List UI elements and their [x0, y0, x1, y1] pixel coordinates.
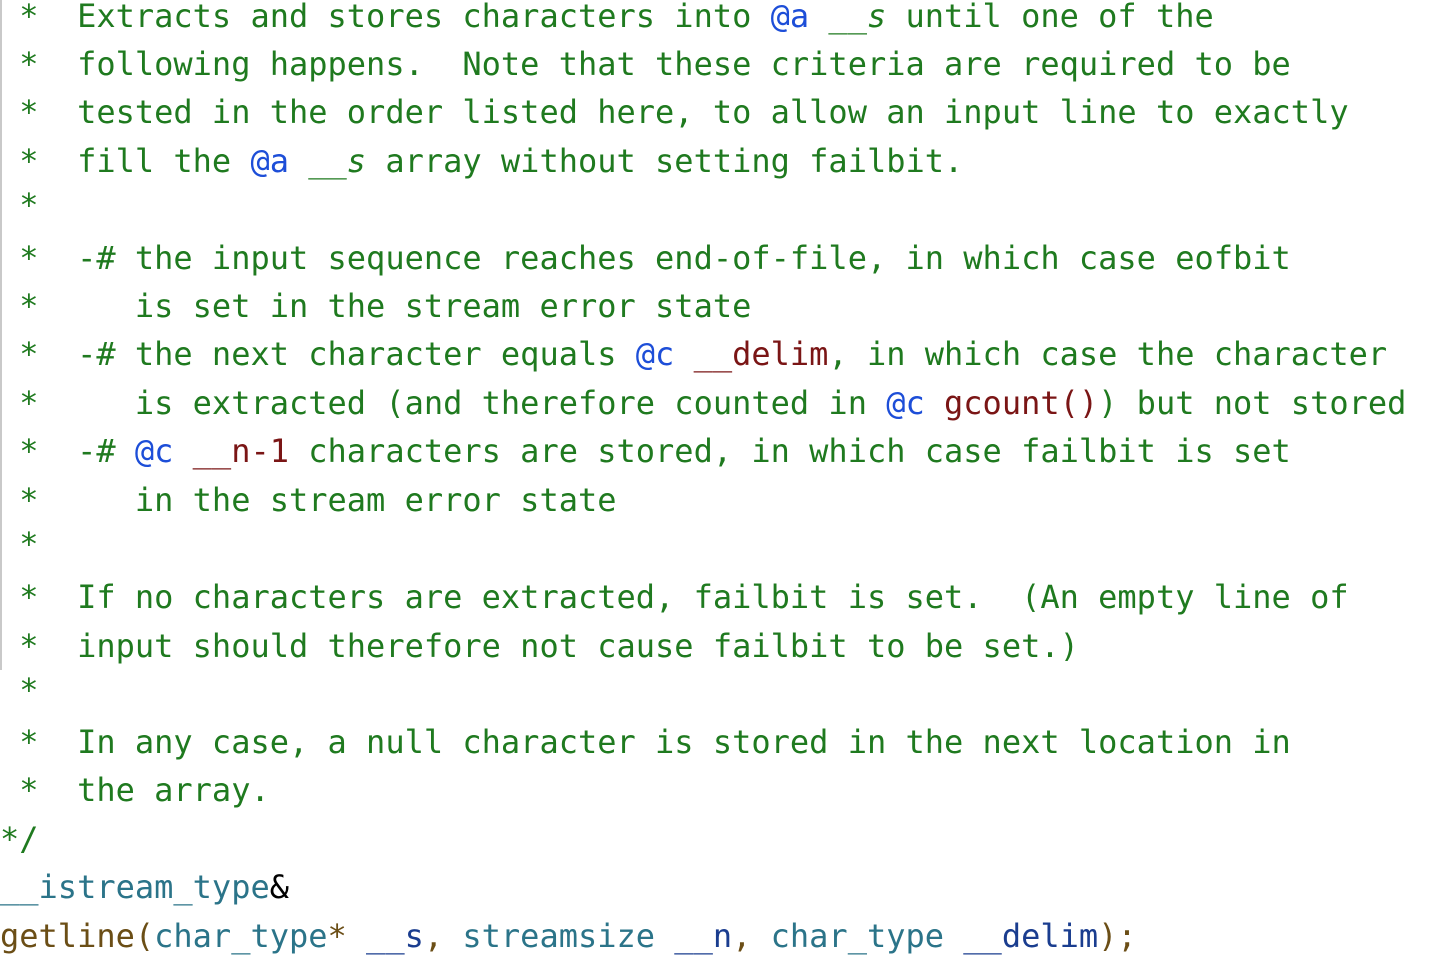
code-token: @c: [886, 384, 925, 422]
code-token: */: [0, 820, 39, 858]
code-token: getline: [0, 917, 135, 955]
code-line: * -# the input sequence reaches end-of-f…: [0, 235, 1291, 281]
code-token: gcount(): [944, 384, 1099, 422]
code-token: @c: [134, 432, 174, 470]
code-token: Extracts and stores characters into: [77, 0, 771, 35]
code-token: *: [0, 671, 39, 709]
code-token: __s: [828, 0, 887, 35]
code-token: * in the stream error state: [0, 481, 617, 519]
code-line: * In any case, a null character is store…: [0, 719, 1291, 765]
code-line: * is set in the stream error state: [0, 283, 751, 329]
code-token: * following happens. Note that these cri…: [0, 45, 1291, 83]
code-line: * If no characters are extracted, failbi…: [0, 574, 1349, 620]
code-token: array without setting failbit.: [366, 142, 964, 180]
code-token: *: [0, 525, 39, 563]
code-line: */: [0, 816, 39, 862]
code-token: );: [1098, 917, 1137, 955]
code-token: characters are stored, in which case fai…: [288, 432, 1291, 470]
code-token: @a: [250, 142, 289, 180]
code-token: * If no characters are extracted, failbi…: [0, 578, 1349, 616]
code-line: * -# the next character equals @c __deli…: [0, 331, 1387, 377]
code-token: char_type: [770, 917, 945, 955]
code-line: *: [0, 182, 39, 228]
code-token: * In any case, a null character is store…: [0, 723, 1291, 761]
code-token: * tested in the order listed here, to al…: [0, 93, 1349, 131]
code-token: streamsize: [462, 917, 656, 955]
code-line: * is extracted (and therefore counted in…: [0, 380, 1406, 426]
code-token: char_type: [154, 917, 328, 955]
code-token: __delim: [963, 917, 1099, 955]
code-token: *: [0, 186, 39, 224]
code-line: getline(char_type* __s, streamsize __n, …: [0, 913, 1137, 959]
code-token: * input should therefore not cause failb…: [0, 627, 1079, 665]
code-line: * input should therefore not cause failb…: [0, 623, 1079, 669]
code-token: &: [269, 868, 289, 906]
code-token: @a: [770, 0, 810, 35]
code-token: * -# the input sequence reaches end-of-f…: [0, 239, 1291, 277]
code-line: * tested in the order listed here, to al…: [0, 89, 1349, 135]
code-token: ) but not stored: [1098, 384, 1407, 422]
code-editor[interactable]: * Extracts and stores characters into @a…: [0, 0, 1441, 962]
code-line: __istream_type&: [0, 864, 289, 910]
code-token: __s: [366, 917, 424, 955]
code-line: *: [0, 521, 39, 567]
code-token: (: [134, 917, 155, 955]
code-line: * Extracts and stores characters into @a…: [0, 0, 1214, 39]
code-token: * the array.: [0, 771, 270, 809]
code-token: __delim: [693, 335, 829, 373]
code-line: * in the stream error state: [0, 477, 617, 523]
code-token: * -# the next character equals: [0, 335, 636, 373]
code-line: * following happens. Note that these cri…: [0, 41, 1291, 87]
code-token: ,: [423, 917, 463, 955]
code-token: __n: [674, 917, 733, 955]
code-token: ,: [732, 917, 771, 955]
code-token: __istream_type: [0, 868, 270, 906]
code-line: * the array.: [0, 767, 270, 813]
code-token: * -#: [0, 432, 135, 470]
code-token: *: [0, 0, 78, 35]
code-token: @c: [635, 335, 675, 373]
code-line: * fill the @a __s array without setting …: [0, 138, 963, 184]
code-line: *: [0, 667, 39, 713]
code-token: * fill the: [0, 142, 251, 180]
code-token: __n-1: [192, 432, 289, 470]
code-token: * is set in the stream error state: [0, 287, 752, 325]
code-token: * is extracted (and therefore counted in: [0, 384, 887, 422]
code-token: *: [327, 917, 367, 955]
code-token: until one of the: [886, 0, 1214, 35]
code-line: * -# @c __n-1 characters are stored, in …: [0, 428, 1291, 474]
code-token: __s: [308, 142, 367, 180]
code-token: , in which case the character: [828, 335, 1388, 373]
